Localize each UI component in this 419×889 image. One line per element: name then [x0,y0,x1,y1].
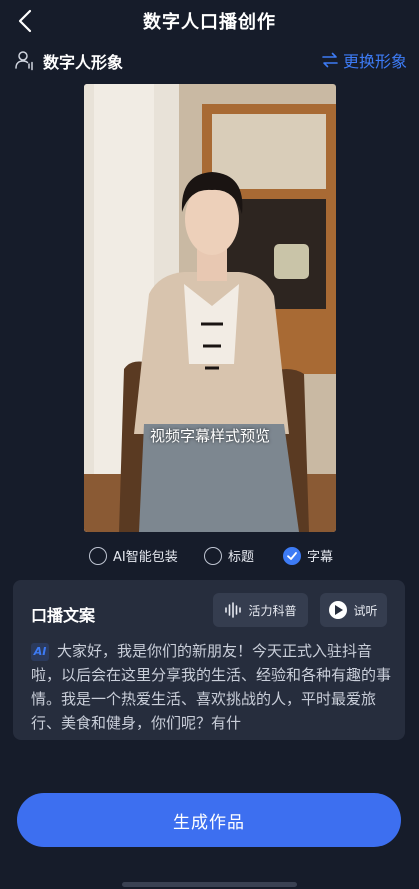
play-icon [329,601,348,619]
avatar-video-preview[interactable]: 视频字幕样式预览 [84,84,336,532]
option-label: AI智能包装 [113,550,178,565]
listen-label: 试听 [353,603,378,618]
generate-button[interactable]: 生成作品 [17,793,401,847]
home-indicator [122,882,297,887]
ai-icon: AI [31,643,49,661]
script-card: 口播文案 活力科普 试听 AI 大家好，我是你们的新朋友！今天正式入驻抖音啦，以后… [13,580,405,740]
option-ai-packaging[interactable]: AI智能包装 [89,546,178,565]
audio-wave-icon [225,602,242,618]
change-avatar-label: 更换形象 [342,52,407,71]
listen-button[interactable]: 试听 [320,593,387,627]
header-bar: 数字人口播创作 [0,0,419,42]
voice-style-label: 活力科普 [248,603,297,618]
avatar-preview-image [84,84,336,532]
avatar-section-header: 数字人形象 更换形象 [0,48,419,72]
option-label: 标题 [228,550,255,565]
script-text: 大家好，我是你们的新朋友！今天正式入驻抖音啦，以后会在这里分享我的生活、经验和各… [31,642,392,731]
page-title: 数字人口播创作 [143,12,276,33]
packaging-options: AI智能包装 标题 字幕 [0,546,419,568]
script-text-area[interactable]: AI 大家好，我是你们的新朋友！今天正式入驻抖音啦，以后会在这里分享我的生活、经验… [31,639,393,731]
change-avatar-button[interactable]: 更换形象 [322,48,407,72]
subtitle-preview-text: 视频字幕样式预览 [149,427,270,445]
voice-style-button[interactable]: 活力科普 [213,593,308,627]
radio-icon [204,546,222,565]
script-card-title: 口播文案 [31,606,96,625]
check-icon [283,546,301,565]
option-title[interactable]: 标题 [204,546,254,565]
option-label: 字幕 [307,550,334,565]
option-subtitles[interactable]: 字幕 [283,546,333,565]
avatar-section-label: 数字人形象 [43,53,124,72]
radio-icon [89,546,107,565]
user-voice-icon [15,51,33,71]
swap-arrows-icon [322,52,338,68]
